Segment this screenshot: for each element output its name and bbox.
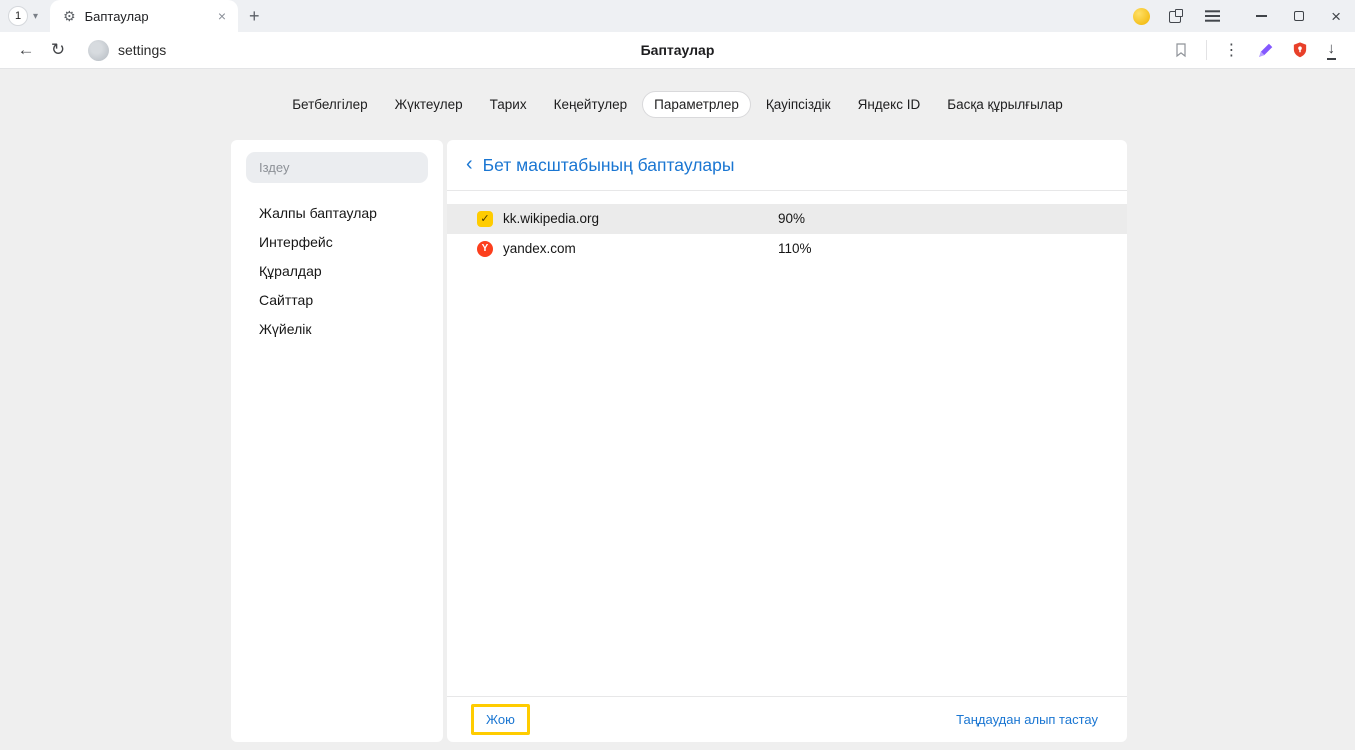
- gear-icon: ⚙: [63, 8, 76, 25]
- pen-extension-icon[interactable]: [1257, 42, 1274, 59]
- nav-tab[interactable]: Яндекс ID: [846, 91, 933, 118]
- zoom-settings-panel: ‹ Бет масштабының баптаулары ✓ kk.wikiped…: [447, 140, 1127, 742]
- sidebar-item[interactable]: Жалпы баптаулар: [231, 198, 443, 227]
- sidebar-item[interactable]: Сайттар: [231, 285, 443, 314]
- tab-counter-button[interactable]: 1: [8, 6, 28, 26]
- site-name: kk.wikipedia.org: [503, 211, 599, 226]
- settings-page: БетбелгілерЖүктеулерТарихКеңейтулерПарам…: [0, 70, 1355, 750]
- close-window-button[interactable]: ×: [1331, 8, 1341, 25]
- maximize-button[interactable]: [1294, 11, 1304, 21]
- window-controls: ×: [1256, 8, 1341, 25]
- page-title: Бет масштабының баптаулары: [483, 155, 735, 176]
- nav-tab[interactable]: Кеңейтулер: [542, 91, 640, 118]
- nav-tab[interactable]: Тарих: [478, 91, 539, 118]
- panel-footer: Жою Таңдаудан алып тастау: [447, 696, 1127, 742]
- toolbar-divider: [1206, 40, 1207, 60]
- reload-button[interactable]: ↻: [42, 40, 74, 60]
- nav-tab[interactable]: Жүктеулер: [383, 91, 475, 118]
- delete-button[interactable]: Жою: [471, 704, 530, 735]
- menu-icon[interactable]: [1205, 15, 1220, 17]
- browser-window: 1 ▾ ⚙ Баптаулар × + × ← ↻ settings Бапта…: [0, 0, 1355, 750]
- sidebar-item[interactable]: Құралдар: [231, 256, 443, 285]
- sidebar-item[interactable]: Интерфейс: [231, 227, 443, 256]
- zoom-rows: ✓ kk.wikipedia.org 90% Yyandex.com 110%: [447, 191, 1127, 264]
- sidebar-items: Жалпы баптауларИнтерфейсҚұралдарСайттарЖ…: [231, 198, 443, 343]
- browser-toolbar: ← ↻ settings Баптаулар ⋮ ↓: [0, 32, 1355, 69]
- nav-tab[interactable]: Басқа құрылғылар: [935, 91, 1075, 118]
- page-favicon-icon: [88, 40, 109, 61]
- chevron-down-icon[interactable]: ▾: [33, 11, 38, 22]
- download-icon[interactable]: ↓: [1326, 40, 1338, 60]
- back-button[interactable]: ←: [10, 40, 42, 60]
- url-text[interactable]: settings: [118, 42, 166, 58]
- sidebar-item[interactable]: Жүйелік: [231, 314, 443, 343]
- search-input[interactable]: [246, 152, 428, 183]
- zoom-value: 90%: [778, 211, 805, 226]
- protect-shield-icon[interactable]: [1291, 41, 1309, 59]
- new-tab-button[interactable]: +: [249, 7, 260, 25]
- zoom-row[interactable]: ✓ kk.wikipedia.org 90%: [447, 204, 1127, 234]
- tabbar-right-controls: ×: [1133, 8, 1355, 25]
- panel-back-button[interactable]: ‹: [466, 154, 473, 174]
- zoom-value: 110%: [778, 241, 812, 256]
- toolbar-right-controls: ⋮ ↓: [1173, 40, 1346, 60]
- tab-panel-icon[interactable]: [1169, 9, 1183, 23]
- browser-tab-strip: 1 ▾ ⚙ Баптаулар × + ×: [0, 0, 1355, 32]
- settings-sidebar: Жалпы баптауларИнтерфейсҚұралдарСайттарЖ…: [231, 140, 443, 742]
- bookmark-icon[interactable]: [1173, 42, 1189, 58]
- rewards-icon[interactable]: [1133, 8, 1150, 25]
- more-options-icon[interactable]: ⋮: [1224, 40, 1240, 60]
- deselect-link[interactable]: Таңдаудан алып тастау: [956, 712, 1098, 727]
- row-checkbox[interactable]: ✓: [477, 211, 493, 227]
- nav-tab[interactable]: Бетбелгілер: [280, 91, 379, 118]
- settings-nav: БетбелгілерЖүктеулерТарихКеңейтулерПарам…: [0, 70, 1355, 118]
- browser-tab[interactable]: ⚙ Баптаулар ×: [50, 0, 238, 32]
- tab-title: Баптаулар: [85, 9, 216, 24]
- site-favicon-icon: Y: [477, 241, 493, 257]
- panel-header: ‹ Бет масштабының баптаулары: [447, 140, 1127, 191]
- omnibox-page-title: Баптаулар: [0, 42, 1355, 58]
- nav-tab[interactable]: Қауіпсіздік: [754, 91, 843, 118]
- close-tab-icon[interactable]: ×: [216, 8, 228, 24]
- minimize-button[interactable]: [1256, 15, 1267, 17]
- site-name: yandex.com: [503, 241, 576, 256]
- nav-tab[interactable]: Параметрлер: [642, 91, 751, 118]
- zoom-row[interactable]: Yyandex.com 110%: [447, 234, 1127, 264]
